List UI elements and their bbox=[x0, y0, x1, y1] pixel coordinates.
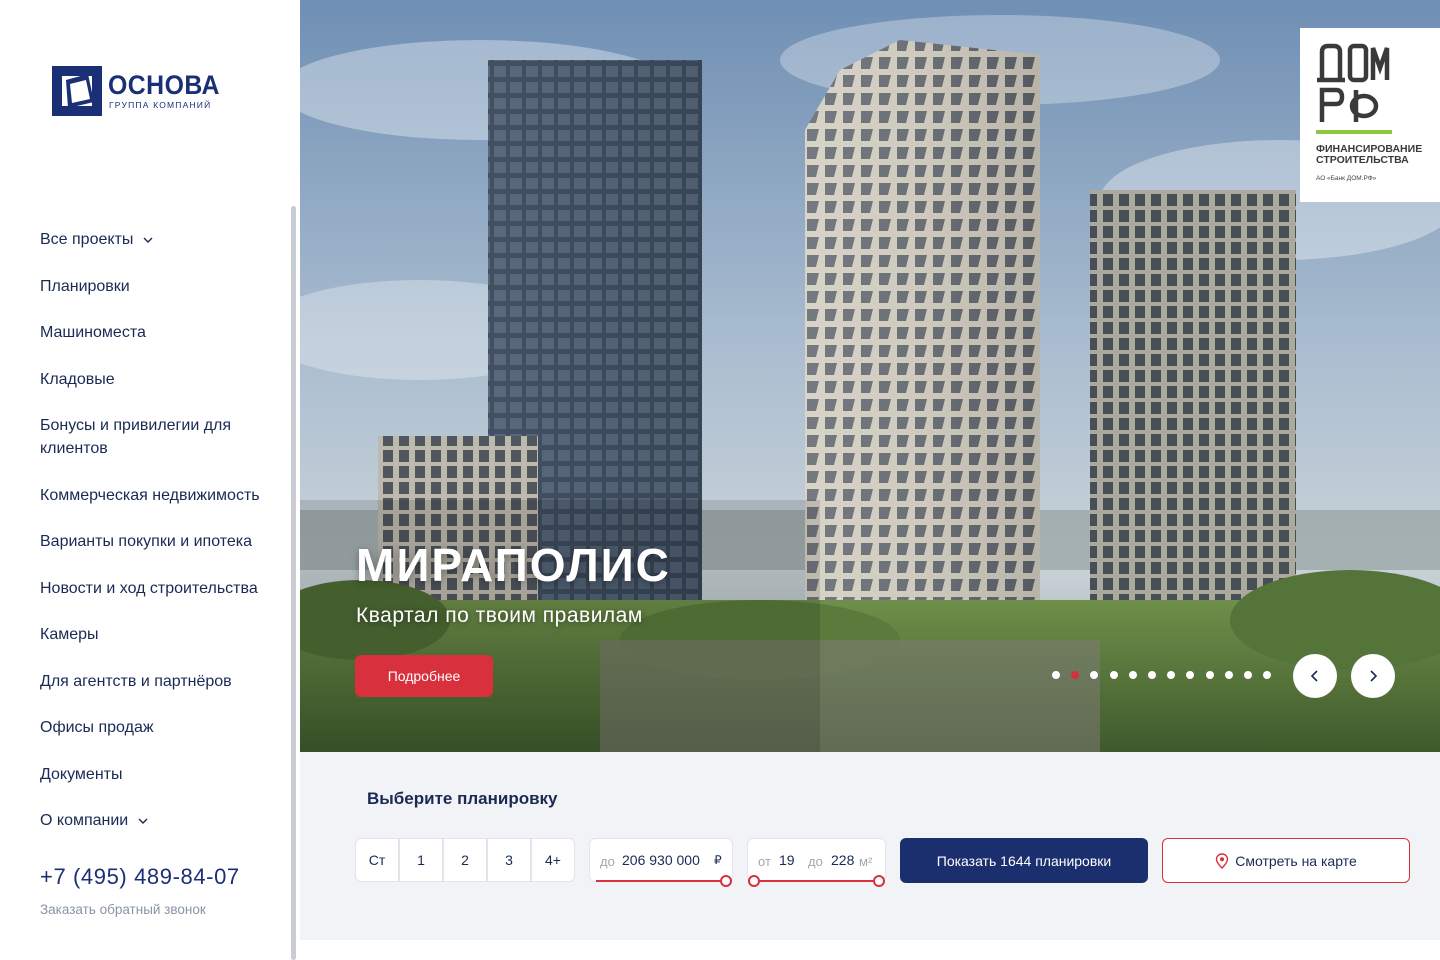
slider-dot[interactable] bbox=[1224, 671, 1233, 679]
area-track bbox=[754, 880, 879, 882]
logo-mark-icon bbox=[52, 66, 102, 116]
nav-item-label: Планировки bbox=[40, 277, 130, 295]
nav-item-label: Кладовые bbox=[40, 370, 115, 388]
slider-pagination bbox=[1052, 671, 1282, 679]
ruble-sign: ₽ bbox=[714, 853, 722, 867]
company-logo[interactable]: ОСНОВА ГРУППА КОМПАНИЙ bbox=[52, 66, 230, 116]
slider-dot[interactable] bbox=[1205, 671, 1214, 679]
slider-dot[interactable] bbox=[1243, 671, 1252, 679]
nav-item-bonuses[interactable]: Бонусы и привилегии для клиентов bbox=[40, 414, 280, 460]
nav-item-parking[interactable]: Машиноместа bbox=[40, 321, 280, 344]
slider-prev-button[interactable] bbox=[1293, 654, 1337, 698]
slider-dot[interactable] bbox=[1052, 671, 1060, 679]
chevron-down-icon bbox=[143, 237, 153, 243]
nav-item-label: Коммерческая недвижимость bbox=[40, 486, 260, 504]
slider-dot[interactable] bbox=[1186, 671, 1195, 679]
nav-item-all-projects[interactable]: Все проекты bbox=[40, 228, 280, 251]
view-on-map-label: Смотреть на карте bbox=[1235, 852, 1357, 869]
nav-item-label: Бонусы и привилегии для клиентов bbox=[40, 417, 232, 457]
price-track bbox=[596, 880, 726, 882]
nav-item-storage[interactable]: Кладовые bbox=[40, 368, 280, 391]
view-on-map-button[interactable]: Смотреть на карте bbox=[1162, 838, 1410, 883]
slider-next-button[interactable] bbox=[1351, 654, 1395, 698]
logo-title: ОСНОВА bbox=[108, 70, 220, 100]
hero-subtitle: Квартал по твоим правилам bbox=[356, 604, 643, 627]
slider-dot[interactable] bbox=[1109, 671, 1118, 679]
filter-title: Выберите планировку bbox=[367, 789, 558, 808]
domrf-bank-note: АО «Банк ДОМ.РФ» bbox=[1316, 175, 1377, 182]
area-range-slider[interactable]: от 19 до 228 м² bbox=[747, 838, 886, 887]
nav-item-label: Камеры bbox=[40, 626, 99, 643]
nav-item-label: О компании bbox=[40, 812, 129, 829]
price-prefix: до bbox=[600, 854, 615, 869]
area-to-value: 228 bbox=[831, 852, 855, 868]
chevron-right-icon bbox=[1370, 670, 1378, 682]
area-from-value: 19 bbox=[779, 852, 795, 868]
hero-image bbox=[300, 0, 1440, 752]
nav-item-label: Машиноместа bbox=[40, 324, 146, 341]
area-from-label: от bbox=[758, 854, 771, 869]
slider-dot-active[interactable] bbox=[1071, 671, 1080, 679]
area-min-handle[interactable] bbox=[748, 875, 760, 887]
nav-item-label: Для агентств и партнёров bbox=[40, 672, 232, 690]
sidebar-scrollbar[interactable] bbox=[291, 206, 296, 960]
nav-item-label: Документы bbox=[40, 765, 123, 783]
logo-subtitle: ГРУППА КОМПАНИЙ bbox=[109, 100, 212, 110]
more-details-button[interactable]: Подробнее bbox=[355, 655, 493, 697]
show-layouts-button[interactable]: Показать 1644 планировки bbox=[900, 838, 1148, 883]
nav-item-label: Новости и ход строительства bbox=[40, 579, 258, 597]
room-option-2[interactable]: 2 bbox=[443, 838, 487, 882]
nav-item-mortgage[interactable]: Варианты покупки и ипотека bbox=[40, 530, 280, 553]
domrf-logo-icon bbox=[1317, 43, 1390, 122]
price-value: 206 930 000 bbox=[622, 852, 700, 868]
hero-title: МИРАПОЛИС bbox=[356, 539, 671, 591]
nav-item-commercial[interactable]: Коммерческая недвижимость bbox=[40, 484, 280, 507]
room-option-1[interactable]: 1 bbox=[399, 838, 443, 882]
sidebar: ОСНОВА ГРУППА КОМПАНИЙ Все проекты Плани… bbox=[0, 0, 300, 960]
phone-link[interactable]: +7 (495) 489-84-07 bbox=[40, 864, 240, 890]
area-max-handle[interactable] bbox=[873, 875, 885, 887]
chevron-down-icon bbox=[138, 818, 148, 824]
slider-dot[interactable] bbox=[1090, 671, 1099, 679]
room-option-4plus[interactable]: 4+ bbox=[531, 838, 575, 882]
rooms-selector: Ст 1 2 3 4+ bbox=[355, 838, 575, 882]
nav-item-about[interactable]: О компании bbox=[40, 809, 280, 832]
nav-item-label: Все проекты bbox=[40, 231, 134, 248]
slider-dot[interactable] bbox=[1147, 671, 1156, 679]
nav-item-layouts[interactable]: Планировки bbox=[40, 275, 280, 298]
domrf-caption: ФИНАНСИРОВАНИЕ СТРОИТЕЛЬСТВА bbox=[1316, 143, 1423, 166]
map-pin-icon bbox=[1216, 852, 1229, 869]
nav-item-documents[interactable]: Документы bbox=[40, 763, 280, 786]
nav-item-news[interactable]: Новости и ход строительства bbox=[40, 577, 280, 600]
nav-item-cameras[interactable]: Камеры bbox=[40, 623, 280, 646]
area-unit: м² bbox=[859, 854, 873, 869]
slider-dot[interactable] bbox=[1167, 671, 1176, 679]
chevron-left-icon bbox=[1310, 670, 1318, 682]
nav-item-label: Варианты покупки и ипотека bbox=[40, 533, 253, 550]
price-max-handle[interactable] bbox=[720, 875, 732, 887]
callback-link[interactable]: Заказать обратный звонок bbox=[40, 902, 206, 917]
slider-dot[interactable] bbox=[1128, 671, 1137, 679]
main-nav: Все проекты Планировки Машиноместа Кладо… bbox=[40, 228, 280, 856]
domrf-badge[interactable]: ФИНАНСИРОВАНИЕ СТРОИТЕЛЬСТВА АО «Банк ДО… bbox=[1300, 28, 1440, 202]
room-option-3[interactable]: 3 bbox=[487, 838, 531, 882]
layout-filter: Выберите планировку Ст 1 2 3 4+ до 206 9… bbox=[300, 752, 1440, 940]
hero-slider: МИРАПОЛИС Квартал по твоим правилам Подр… bbox=[300, 0, 1440, 752]
domrf-accent-bar bbox=[1316, 130, 1392, 134]
nav-item-sales-offices[interactable]: Офисы продаж bbox=[40, 716, 280, 739]
room-option-studio[interactable]: Ст bbox=[355, 838, 399, 882]
nav-item-agencies[interactable]: Для агентств и партнёров bbox=[40, 670, 280, 693]
area-to-label: до bbox=[808, 854, 823, 869]
slider-dot[interactable] bbox=[1263, 671, 1272, 679]
nav-item-label: Офисы продаж bbox=[40, 719, 154, 736]
price-range-slider[interactable]: до 206 930 000 ₽ bbox=[589, 838, 733, 887]
